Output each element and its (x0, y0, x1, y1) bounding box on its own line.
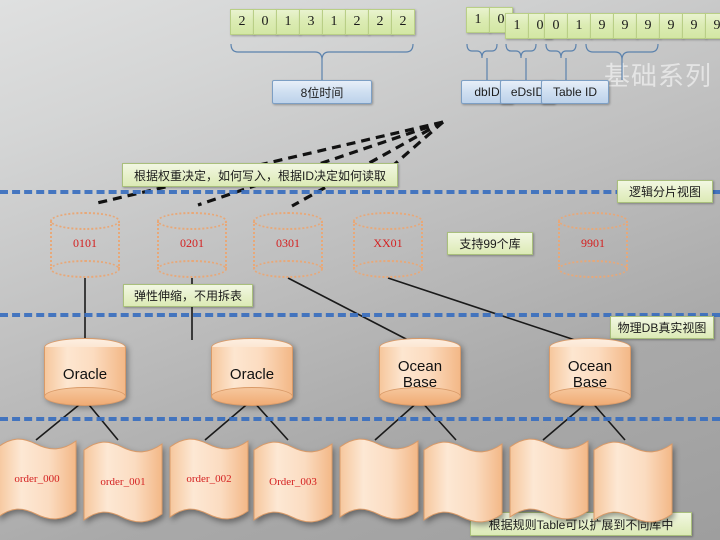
layer-title-physical: 物理DB真实视图 (610, 316, 714, 339)
logical-shard-label: 9901 (581, 236, 605, 250)
id-digit: 9 (590, 13, 614, 39)
wave-shape-icon (339, 438, 419, 520)
logical-shard-label: 0101 (73, 236, 97, 250)
physical-db-label-line1: Ocean (397, 358, 443, 376)
physical-db-label-line1: Oracle (62, 366, 108, 384)
physical-db-label-line2: Base (572, 374, 608, 391)
table-shard[interactable] (422, 440, 504, 525)
logical-shard[interactable]: 0201 (157, 212, 227, 278)
logical-shard[interactable]: 0301 (253, 212, 323, 278)
id-digit: 2 (368, 9, 392, 35)
cylinder-bottom (353, 260, 423, 278)
physical-db-label: Oracle (211, 356, 293, 394)
id-digit: 3 (299, 9, 323, 35)
physical-db-label-line1: Oracle (229, 366, 275, 384)
id-digit: 1 (466, 7, 490, 33)
physical-db-label: Ocean Base (379, 356, 461, 394)
logical-shard-label: 0301 (276, 236, 300, 250)
note-elastic: 弹性伸缩，不用拆表 (123, 284, 253, 307)
table-shard-label: order_001 (100, 476, 146, 488)
id-digit: 1 (567, 13, 591, 39)
table-shard-label: Order_003 (269, 476, 317, 488)
physical-db-label: Ocean Base (549, 356, 631, 394)
cylinder-bottom (558, 260, 628, 278)
id-digit: 9 (636, 13, 660, 39)
table-shard[interactable]: order_000 (0, 437, 78, 522)
physical-db-label: Oracle (44, 356, 126, 394)
cylinder-bottom (157, 260, 227, 278)
physical-db[interactable]: Oracle (44, 338, 126, 406)
id-digit: 1 (322, 9, 346, 35)
id-digit: 2 (230, 9, 254, 35)
logical-shard[interactable]: 0101 (50, 212, 120, 278)
physical-db[interactable]: Ocean Base (549, 338, 631, 406)
table-shard[interactable]: order_001 (82, 440, 164, 525)
physical-db[interactable]: Oracle (211, 338, 293, 406)
id-digit: 9 (613, 13, 637, 39)
table-shard[interactable]: order_002 (168, 437, 250, 522)
table-shard[interactable] (592, 440, 674, 525)
id-digit: 0 (544, 13, 568, 39)
cylinder-bottom (253, 260, 323, 278)
layer-separator-tables (0, 417, 720, 421)
note-capacity: 支持99个库 (447, 232, 533, 255)
logical-shard-label: 0201 (180, 236, 204, 250)
physical-db-label-line2: Base (402, 374, 438, 391)
id-digit: 2 (391, 9, 415, 35)
wave-shape-icon (593, 441, 673, 523)
id-digit: 9 (682, 13, 706, 39)
logical-shard[interactable]: XX01 (353, 212, 423, 278)
id-digit: 9 (705, 13, 720, 39)
id-digit: 2 (345, 9, 369, 35)
table-shard-label: order_000 (14, 473, 60, 485)
id-group-label-time: 8位时间 (272, 80, 372, 104)
id-digit: 1 (505, 13, 529, 39)
physical-db[interactable]: Ocean Base (379, 338, 461, 406)
table-shard[interactable] (338, 437, 420, 522)
note-routing: 根据权重决定，如何写入，根据ID决定如何读取 (122, 163, 398, 187)
table-shard[interactable] (508, 437, 590, 522)
table-shard[interactable]: Order_003 (252, 440, 334, 525)
logical-shard-label: XX01 (373, 236, 403, 250)
logical-shard[interactable]: 9901 (558, 212, 628, 278)
cylinder-bottom (50, 260, 120, 278)
id-digit: 0 (253, 9, 277, 35)
table-shard-label: order_002 (186, 473, 232, 485)
wave-shape-icon (423, 441, 503, 523)
wave-shape-icon (509, 438, 589, 520)
id-digit: 9 (659, 13, 683, 39)
diagram-canvas: 基础系列 8位时间 dbID eDsID Table ID 逻辑分片视图 物理D… (0, 0, 720, 540)
id-digit: 1 (276, 9, 300, 35)
physical-db-label-line1: Ocean (567, 358, 613, 376)
layer-separator-logical (0, 190, 720, 194)
layer-title-logical: 逻辑分片视图 (617, 180, 713, 203)
